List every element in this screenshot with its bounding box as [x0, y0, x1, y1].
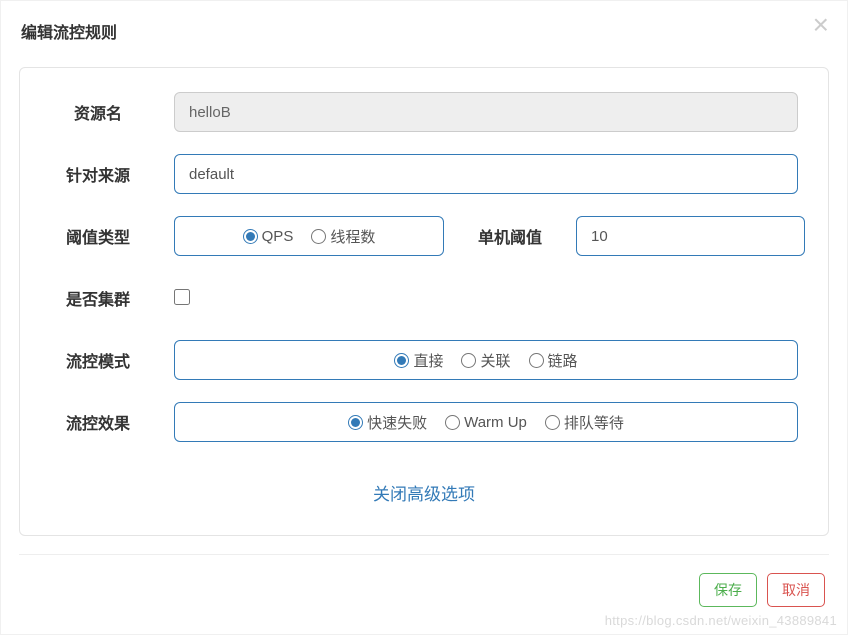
limitapp-label: 针对来源 — [50, 162, 146, 186]
mode-label: 流控模式 — [50, 348, 146, 372]
mode-direct-label: 直接 — [413, 350, 443, 371]
effect-queue-label: 排队等待 — [564, 412, 624, 433]
effect-queue-radio[interactable] — [545, 415, 560, 430]
threshold-type-thread-radio[interactable] — [311, 229, 326, 244]
cluster-row: 是否集群 — [50, 278, 798, 318]
effect-queue-option[interactable]: 排队等待 — [545, 412, 624, 433]
effect-fastfail-radio[interactable] — [348, 415, 363, 430]
threshold-value-label: 单机阈值 — [444, 224, 576, 248]
mode-direct-radio[interactable] — [394, 353, 409, 368]
threshold-type-thread-option[interactable]: 线程数 — [311, 226, 375, 247]
mode-relate-label: 关联 — [480, 350, 510, 371]
modal-header: 编辑流控规则 — [1, 1, 847, 51]
limitapp-row: 针对来源 — [50, 154, 798, 194]
threshold-type-qps-radio[interactable] — [243, 229, 258, 244]
effect-fastfail-option[interactable]: 快速失败 — [348, 412, 427, 433]
cancel-button[interactable]: 取消 — [767, 573, 825, 607]
resource-input — [174, 92, 798, 132]
modal-title: 编辑流控规则 — [21, 25, 117, 42]
advanced-toggle: 关闭高级选项 — [50, 480, 798, 505]
cluster-label: 是否集群 — [50, 286, 146, 310]
mode-chain-label: 链路 — [548, 350, 578, 371]
save-button[interactable]: 保存 — [699, 573, 757, 607]
effect-warmup-option[interactable]: Warm Up — [445, 414, 527, 431]
effect-warmup-radio[interactable] — [445, 415, 460, 430]
form-panel: 资源名 针对来源 阈值类型 QPS 线程数 单机阈 — [19, 67, 829, 536]
mode-chain-radio[interactable] — [529, 353, 544, 368]
effect-label: 流控效果 — [50, 410, 146, 434]
effect-warmup-label: Warm Up — [464, 414, 527, 431]
effect-row: 流控效果 快速失败 Warm Up 排队等待 — [50, 402, 798, 442]
modal-footer: 保存 取消 — [1, 555, 847, 607]
mode-direct-option[interactable]: 直接 — [394, 350, 443, 371]
effect-fastfail-label: 快速失败 — [367, 412, 427, 433]
mode-radio-group: 直接 关联 链路 — [174, 340, 798, 380]
advanced-toggle-link[interactable]: 关闭高级选项 — [373, 485, 475, 504]
effect-radio-group: 快速失败 Warm Up 排队等待 — [174, 402, 798, 442]
watermark: https://blog.csdn.net/weixin_43889841 — [605, 613, 837, 628]
threshold-controls: QPS 线程数 单机阈值 — [174, 216, 805, 256]
threshold-type-row: 阈值类型 QPS 线程数 单机阈值 — [50, 216, 798, 256]
mode-chain-option[interactable]: 链路 — [529, 350, 578, 371]
threshold-type-qps-label: QPS — [262, 228, 294, 245]
resource-row: 资源名 — [50, 92, 798, 132]
threshold-type-label: 阈值类型 — [50, 224, 146, 248]
cluster-checkbox[interactable] — [174, 289, 190, 305]
threshold-type-radio-group: QPS 线程数 — [174, 216, 444, 256]
resource-label: 资源名 — [50, 100, 146, 124]
limitapp-input[interactable] — [174, 154, 798, 194]
mode-relate-option[interactable]: 关联 — [461, 350, 510, 371]
edit-flow-rule-modal: 编辑流控规则 × 资源名 针对来源 阈值类型 QPS 线程数 — [0, 0, 848, 635]
close-icon[interactable]: × — [813, 11, 829, 39]
mode-relate-radio[interactable] — [461, 353, 476, 368]
threshold-type-qps-option[interactable]: QPS — [243, 228, 294, 245]
threshold-type-thread-label: 线程数 — [330, 226, 375, 247]
mode-row: 流控模式 直接 关联 链路 — [50, 340, 798, 380]
threshold-value-input[interactable] — [576, 216, 805, 256]
cluster-checkbox-cell — [174, 289, 190, 308]
